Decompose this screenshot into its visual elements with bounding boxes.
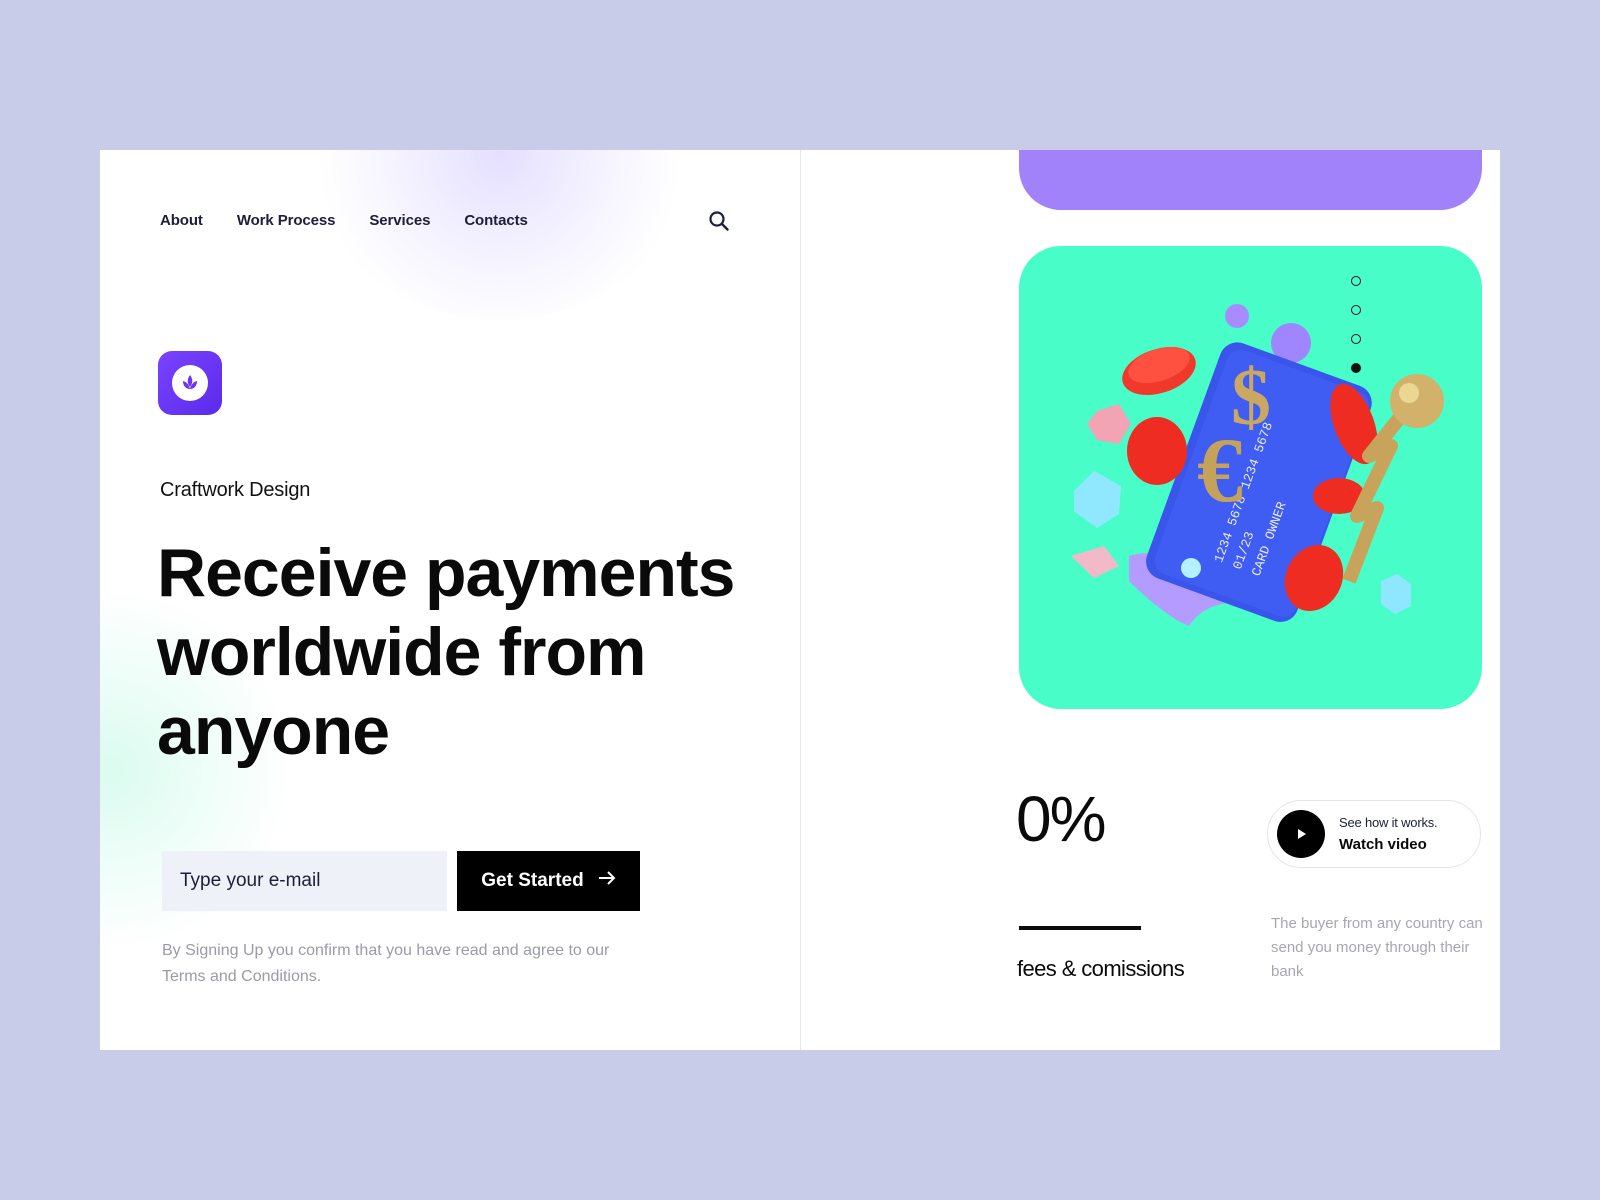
blue-cube-small — [1381, 574, 1411, 614]
get-started-button[interactable]: Get Started — [457, 851, 640, 911]
arrow-right-icon — [598, 870, 616, 892]
dollar-icon: $ — [1231, 354, 1271, 442]
pink-gem — [1087, 404, 1131, 444]
purple-sphere-small — [1225, 304, 1249, 328]
blue-cube — [1074, 471, 1121, 528]
description-text: The buyer from any country can send you … — [1271, 915, 1483, 980]
purple-glow — [310, 150, 690, 320]
watch-video-button[interactable]: See how it works. Watch video — [1267, 800, 1481, 868]
hero-headline: Receive payments worldwide from anyone — [157, 535, 735, 769]
nav-item-work-process[interactable]: Work Process — [237, 212, 336, 229]
left-panel: About Work Process Services Contacts Cra… — [100, 150, 800, 1050]
slide-dot-1[interactable] — [1351, 276, 1361, 286]
brand-name: Craftwork Design — [160, 479, 311, 501]
signup-disclaimer: By Signing Up you confirm that you have … — [162, 942, 610, 985]
fees-label: fees & comissions — [1017, 956, 1185, 981]
slide-pagination — [1351, 276, 1361, 392]
landing-frame: About Work Process Services Contacts Cra… — [100, 150, 1500, 1050]
purple-card — [1019, 150, 1482, 210]
fees-rule — [1019, 926, 1141, 930]
gold-sphere — [1390, 374, 1444, 428]
nav-item-services[interactable]: Services — [369, 212, 430, 229]
fees-value: 0% — [1016, 783, 1106, 855]
right-panel: 1234 5678 1234 5678 01/23 CARD OWNER € $ — [801, 150, 1500, 1050]
video-text: See how it works. Watch video — [1339, 815, 1438, 853]
payment-illustration-card: 1234 5678 1234 5678 01/23 CARD OWNER € $ — [1019, 246, 1482, 709]
brand-logo[interactable] — [158, 351, 222, 415]
slide-dot-2[interactable] — [1351, 305, 1361, 315]
payment-illustration: 1234 5678 1234 5678 01/23 CARD OWNER € $ — [1071, 304, 1444, 626]
main-nav: About Work Process Services Contacts — [160, 212, 562, 229]
search-icon[interactable] — [708, 210, 730, 232]
video-caption: See how it works. — [1339, 815, 1438, 830]
nav-item-contacts[interactable]: Contacts — [464, 212, 527, 229]
pink-ribbon — [1071, 546, 1119, 578]
video-label: Watch video — [1339, 836, 1427, 853]
blue-sphere — [1181, 558, 1201, 578]
red-coin — [1127, 417, 1187, 485]
gold-sphere-highlight — [1399, 383, 1419, 403]
nav-item-about[interactable]: About — [160, 212, 203, 229]
email-field[interactable] — [162, 851, 447, 911]
slide-dot-3[interactable] — [1351, 334, 1361, 344]
slide-dot-4[interactable] — [1351, 363, 1361, 373]
get-started-label: Get Started — [481, 870, 584, 891]
leaf-icon — [172, 365, 208, 401]
play-icon — [1277, 810, 1325, 858]
